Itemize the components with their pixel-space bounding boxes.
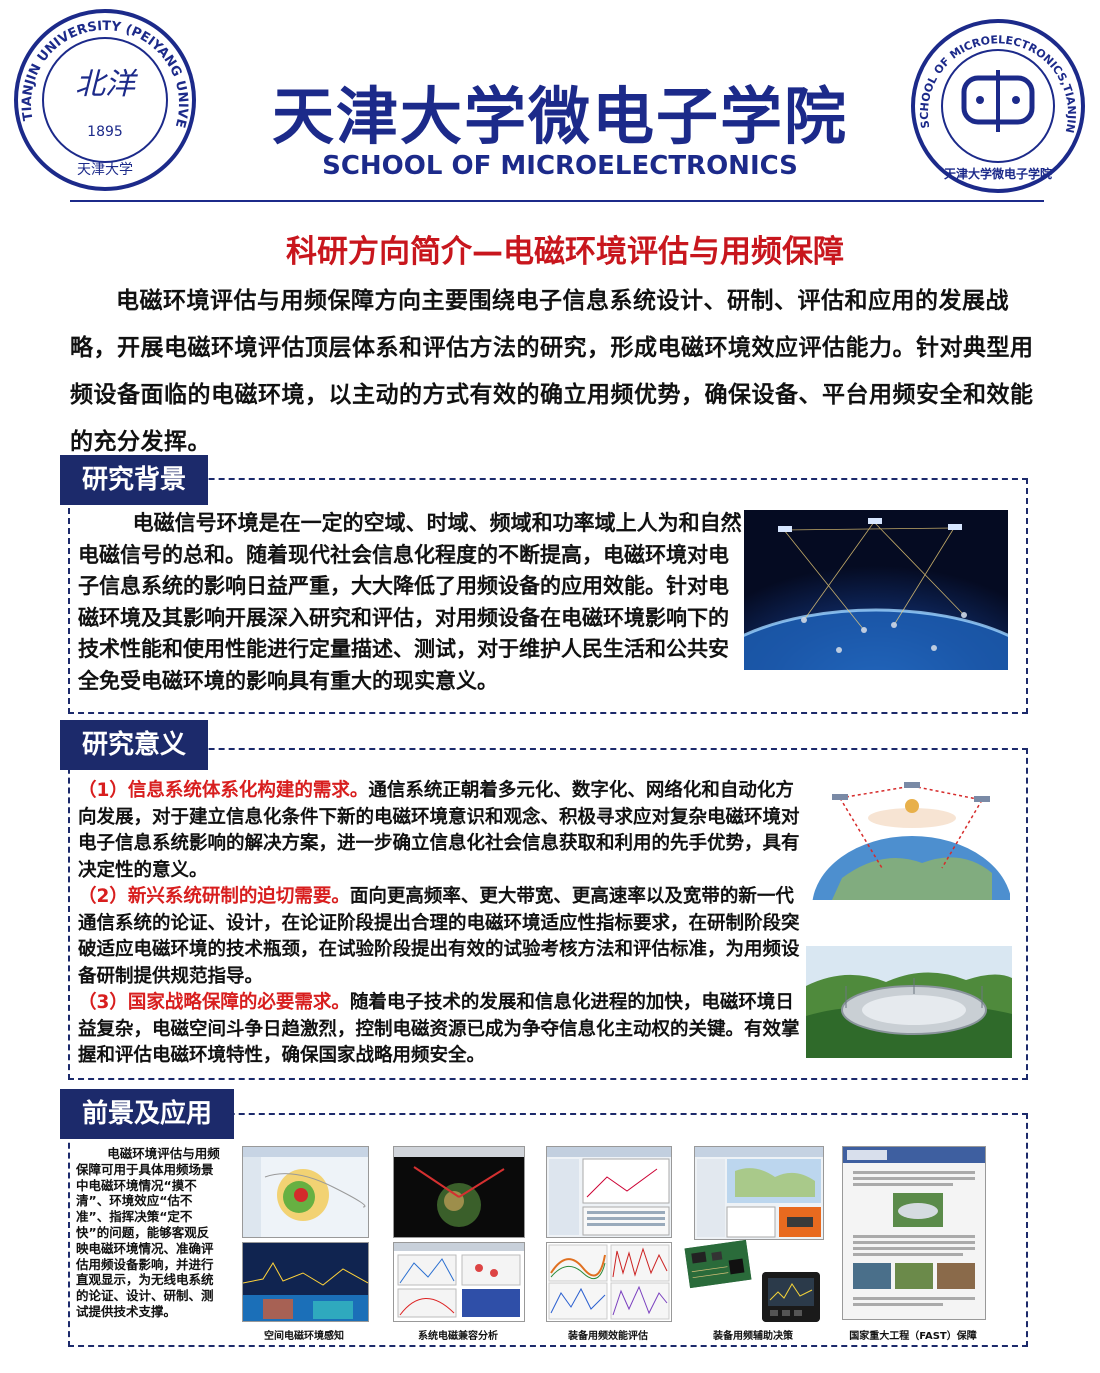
space-earth-network-image [812,778,1010,900]
svg-text:天津大学: 天津大学 [77,162,133,178]
satellite-network-image [744,510,1008,670]
tianjin-university-seal: TIANJIN UNIVERSITY (PEIYANG UNIVERSITY) … [13,8,197,192]
page-title-en: SCHOOL OF MICROELECTRONICS [322,151,798,181]
significance-item-lead: （1）信息系统体系化构建的需求。 [78,780,369,801]
background-text: 电磁信号环境是在一定的空域、时域、频域和功率域上人为和自然电磁信号的总和。随着现… [78,511,742,693]
decision-map-screenshot [694,1146,824,1240]
significance-item: （1）信息系统体系化构建的需求。通信系统正朝着多元化、数字化、网络化和自动化方向… [78,778,802,884]
caption-efficiency-evaluation: 装备用频效能评估 [568,1331,648,1342]
svg-text:1895: 1895 [87,124,123,140]
svg-text:北洋: 北洋 [75,67,138,102]
circuit-board-image [684,1239,752,1289]
svg-text:天津大学微电子学院: 天津大学微电子学院 [944,166,1052,181]
header-divider [70,200,1044,202]
caption-decision-support: 装备用频辅助决策 [713,1331,793,1342]
prospects-text: 电磁环境评估与用频保障可用于具体用频场景中电磁环境情况“摸不清”、环境效应“估不… [76,1146,220,1319]
efficiency-software-screenshot [546,1146,672,1238]
page-title-cn: 天津大学微电子学院 [271,80,848,153]
efficiency-charts-screenshot [546,1242,672,1322]
significance-heading: 研究意义 [60,720,209,770]
intro-paragraph: 电磁环境评估与用频保障方向主要围绕电子信息系统设计、研制、评估和应用的发展战略，… [70,288,1034,455]
significance-item-lead: （2）新兴系统研制的迫切需要。 [78,886,350,907]
significance-list: （1）信息系统体系化构建的需求。通信系统正朝着多元化、数字化、网络化和自动化方向… [78,778,802,1070]
caption-emc-analysis: 系统电磁兼容分析 [418,1331,498,1342]
fast-report-screenshot [842,1146,986,1320]
spatial-awareness-map-screenshot [242,1146,369,1238]
caption-spatial-awareness: 空间电磁环境感知 [264,1331,344,1342]
significance-item: （3）国家战略保障的必要需求。随着电子技术的发展和信息化进程的加快，电磁环境日益… [78,990,802,1070]
significance-item: （2）新兴系统研制的迫切需要。面向更高频率、更大带宽、更高速率以及宽带的新一代通… [78,884,802,990]
microelectronics-school-seal: SCHOOL OF MICROELECTRONICS,TIANJIN UNIVE… [910,18,1086,194]
prospects-heading: 前景及应用 [60,1089,235,1139]
fast-telescope-image [806,946,1012,1058]
background-heading: 研究背景 [60,455,209,505]
spectrum-analyzer-device-image [762,1272,820,1322]
emc-plots-screenshot [393,1242,525,1322]
research-direction-title: 科研方向简介—电磁环境评估与用频保障 [286,234,844,270]
emc-globe-screenshot [393,1146,525,1238]
significance-item-lead: （3）国家战略保障的必要需求。 [78,992,350,1013]
caption-fast-support: 国家重大工程（FAST）保障 [849,1331,977,1342]
spatial-spectrum-screenshot [242,1242,369,1322]
